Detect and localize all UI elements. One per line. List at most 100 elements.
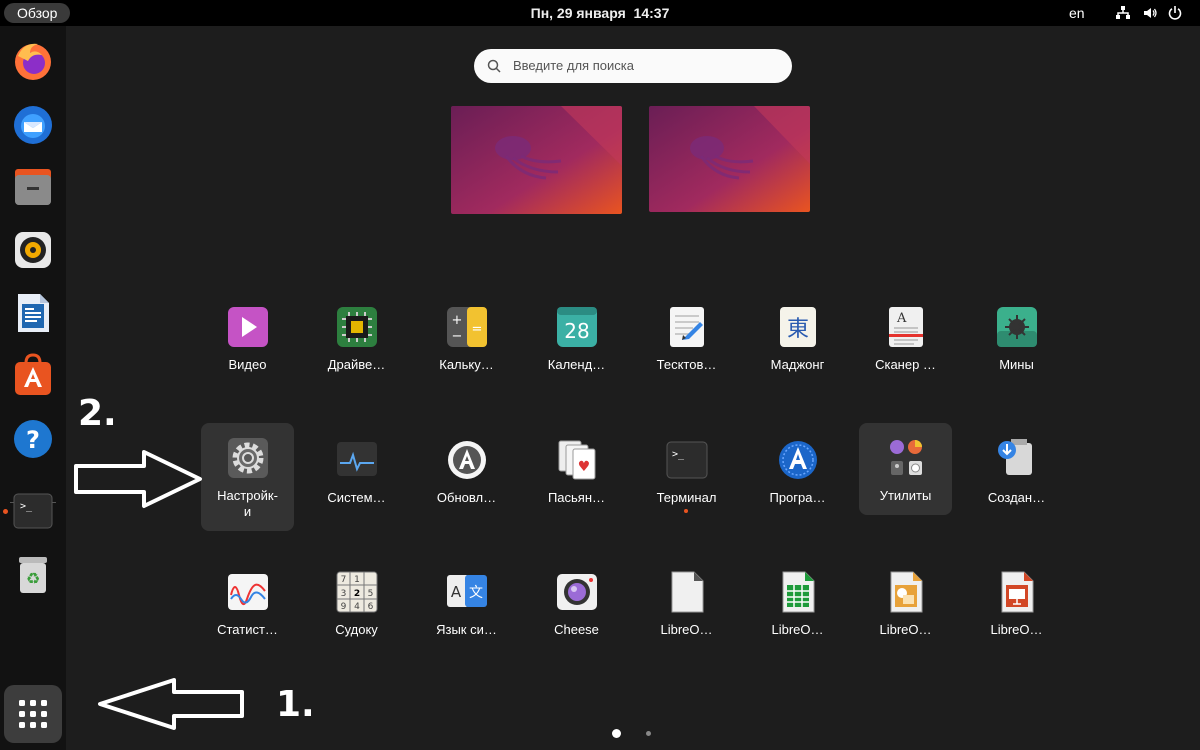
app-label: Пасьян… (547, 490, 606, 505)
libreoffice-icon (666, 571, 708, 613)
svg-text:4: 4 (354, 602, 360, 612)
app-mines[interactable]: Мины (970, 292, 1063, 396)
app-solitaire[interactable]: ♥ Пасьян… (530, 425, 623, 529)
app-label: Календ… (547, 357, 606, 372)
search-entry[interactable]: Введите для поиска (474, 49, 792, 83)
svg-text:1: 1 (354, 575, 360, 585)
power-icon[interactable] (1167, 5, 1183, 26)
app-system-monitor[interactable]: Систем… (310, 425, 403, 529)
page-indicator-2[interactable] (646, 731, 651, 736)
app-label: Сканер … (875, 357, 936, 372)
clock[interactable]: Пн, 29 января 14:37 (0, 0, 1200, 26)
svg-text:文: 文 (469, 585, 483, 601)
startup-disk-icon (996, 439, 1038, 481)
solitaire-icon: ♥ (556, 439, 598, 481)
app-label-line1: Настройк- (217, 488, 278, 503)
svg-text:9: 9 (341, 602, 347, 612)
text-editor-icon (666, 306, 708, 348)
app-label: Маджонг (770, 357, 825, 372)
app-label: Кальку… (439, 357, 494, 372)
app-label-line2: и (243, 504, 252, 519)
app-text-editor[interactable]: Тесктов… (640, 292, 733, 396)
app-label: Драйве… (327, 357, 386, 372)
page-indicator-1[interactable] (612, 729, 621, 738)
software-icon (777, 439, 819, 481)
settings-icon (227, 437, 269, 479)
mahjong-icon: 東 (777, 306, 819, 348)
app-scanner[interactable]: A Сканер … (859, 292, 952, 396)
updater-icon (446, 439, 488, 481)
app-cheese[interactable]: Cheese (530, 557, 623, 661)
app-libreoffice-calc[interactable]: LibreO… (751, 557, 844, 661)
app-sudoku[interactable]: 71 23 5 9 64 Судоку (310, 557, 403, 661)
video-icon (227, 306, 269, 348)
svg-text:♻: ♻ (26, 569, 40, 588)
app-language-support[interactable]: A文 Язык си… (420, 557, 513, 661)
app-label: Терминал (656, 490, 717, 505)
svg-text:2: 2 (354, 589, 360, 599)
help-icon[interactable]: ? (10, 416, 56, 462)
svg-text:=: = (472, 322, 483, 337)
network-icon[interactable] (1115, 5, 1131, 26)
terminal-icon[interactable]: >_ (10, 488, 56, 534)
app-video[interactable]: Видео (201, 292, 294, 396)
libreoffice-writer-icon[interactable] (10, 290, 56, 336)
app-power-statistics[interactable]: Статист… (201, 557, 294, 661)
system-monitor-icon (336, 439, 378, 481)
libreoffice-impress-icon (996, 571, 1038, 613)
svg-text:>_: >_ (672, 449, 685, 460)
running-indicator (684, 509, 688, 513)
sudoku-icon: 71 23 5 9 64 (336, 571, 378, 613)
language-support-icon: A文 (446, 571, 488, 613)
svg-text:A: A (451, 583, 462, 601)
volume-icon[interactable] (1142, 5, 1158, 26)
trash-icon[interactable]: ♻ (10, 551, 56, 597)
app-label: Систем… (327, 490, 386, 505)
workspace-thumbnail-2[interactable] (649, 106, 810, 212)
svg-text:6: 6 (368, 602, 374, 612)
app-label: Настройк-и (201, 488, 294, 520)
app-drivers[interactable]: Драйве… (310, 292, 403, 396)
app-label: Утилиты (879, 488, 932, 503)
app-libreoffice[interactable]: LibreO… (640, 557, 733, 661)
svg-text:+: + (452, 313, 463, 328)
app-folder-utilities[interactable]: Утилиты (859, 423, 952, 515)
app-label: Cheese (554, 622, 599, 637)
svg-text:7: 7 (341, 575, 347, 585)
app-libreoffice-impress[interactable]: LibreO… (970, 557, 1063, 661)
svg-text:28: 28 (564, 319, 589, 343)
thunderbird-icon[interactable] (10, 101, 56, 147)
app-calendar[interactable]: 28 Календ… (530, 292, 623, 396)
files-icon[interactable] (10, 164, 56, 210)
show-apps-button[interactable] (4, 685, 62, 743)
app-terminal[interactable]: >_ Терминал (640, 425, 733, 529)
firefox-icon[interactable] (10, 38, 56, 84)
svg-text:5: 5 (368, 589, 374, 599)
power-statistics-icon (227, 571, 269, 613)
svg-text:A: A (896, 311, 907, 326)
top-bar: Обзор Пн, 29 января 14:37 en (0, 0, 1200, 26)
app-label: LibreO… (990, 622, 1043, 637)
app-software[interactable]: Програ… (751, 425, 844, 529)
app-startup-disk[interactable]: Создан… (970, 425, 1063, 529)
app-label: LibreO… (660, 622, 713, 637)
cheese-icon (556, 571, 598, 613)
app-label: Тесктов… (656, 357, 717, 372)
keyboard-layout-indicator[interactable]: en (1069, 0, 1085, 26)
app-mahjong[interactable]: 東 Маджонг (751, 292, 844, 396)
app-label: Обновл… (436, 490, 497, 505)
time-label: 14:37 (633, 5, 670, 21)
app-center-icon[interactable] (10, 353, 56, 399)
rhythmbox-icon[interactable] (10, 227, 56, 273)
search-icon (487, 59, 501, 73)
app-settings[interactable]: Настройк-и (201, 423, 294, 531)
scanner-icon: A (885, 306, 927, 348)
app-libreoffice-draw[interactable]: LibreO… (859, 557, 952, 661)
workspace-thumbnail-1[interactable] (451, 106, 622, 214)
app-updater[interactable]: Обновл… (420, 425, 513, 529)
drivers-icon (336, 306, 378, 348)
show-apps-icon (19, 700, 47, 728)
app-calculator[interactable]: + − = Кальку… (420, 292, 513, 396)
search-placeholder: Введите для поиска (513, 58, 634, 73)
svg-text:♥: ♥ (578, 459, 591, 475)
